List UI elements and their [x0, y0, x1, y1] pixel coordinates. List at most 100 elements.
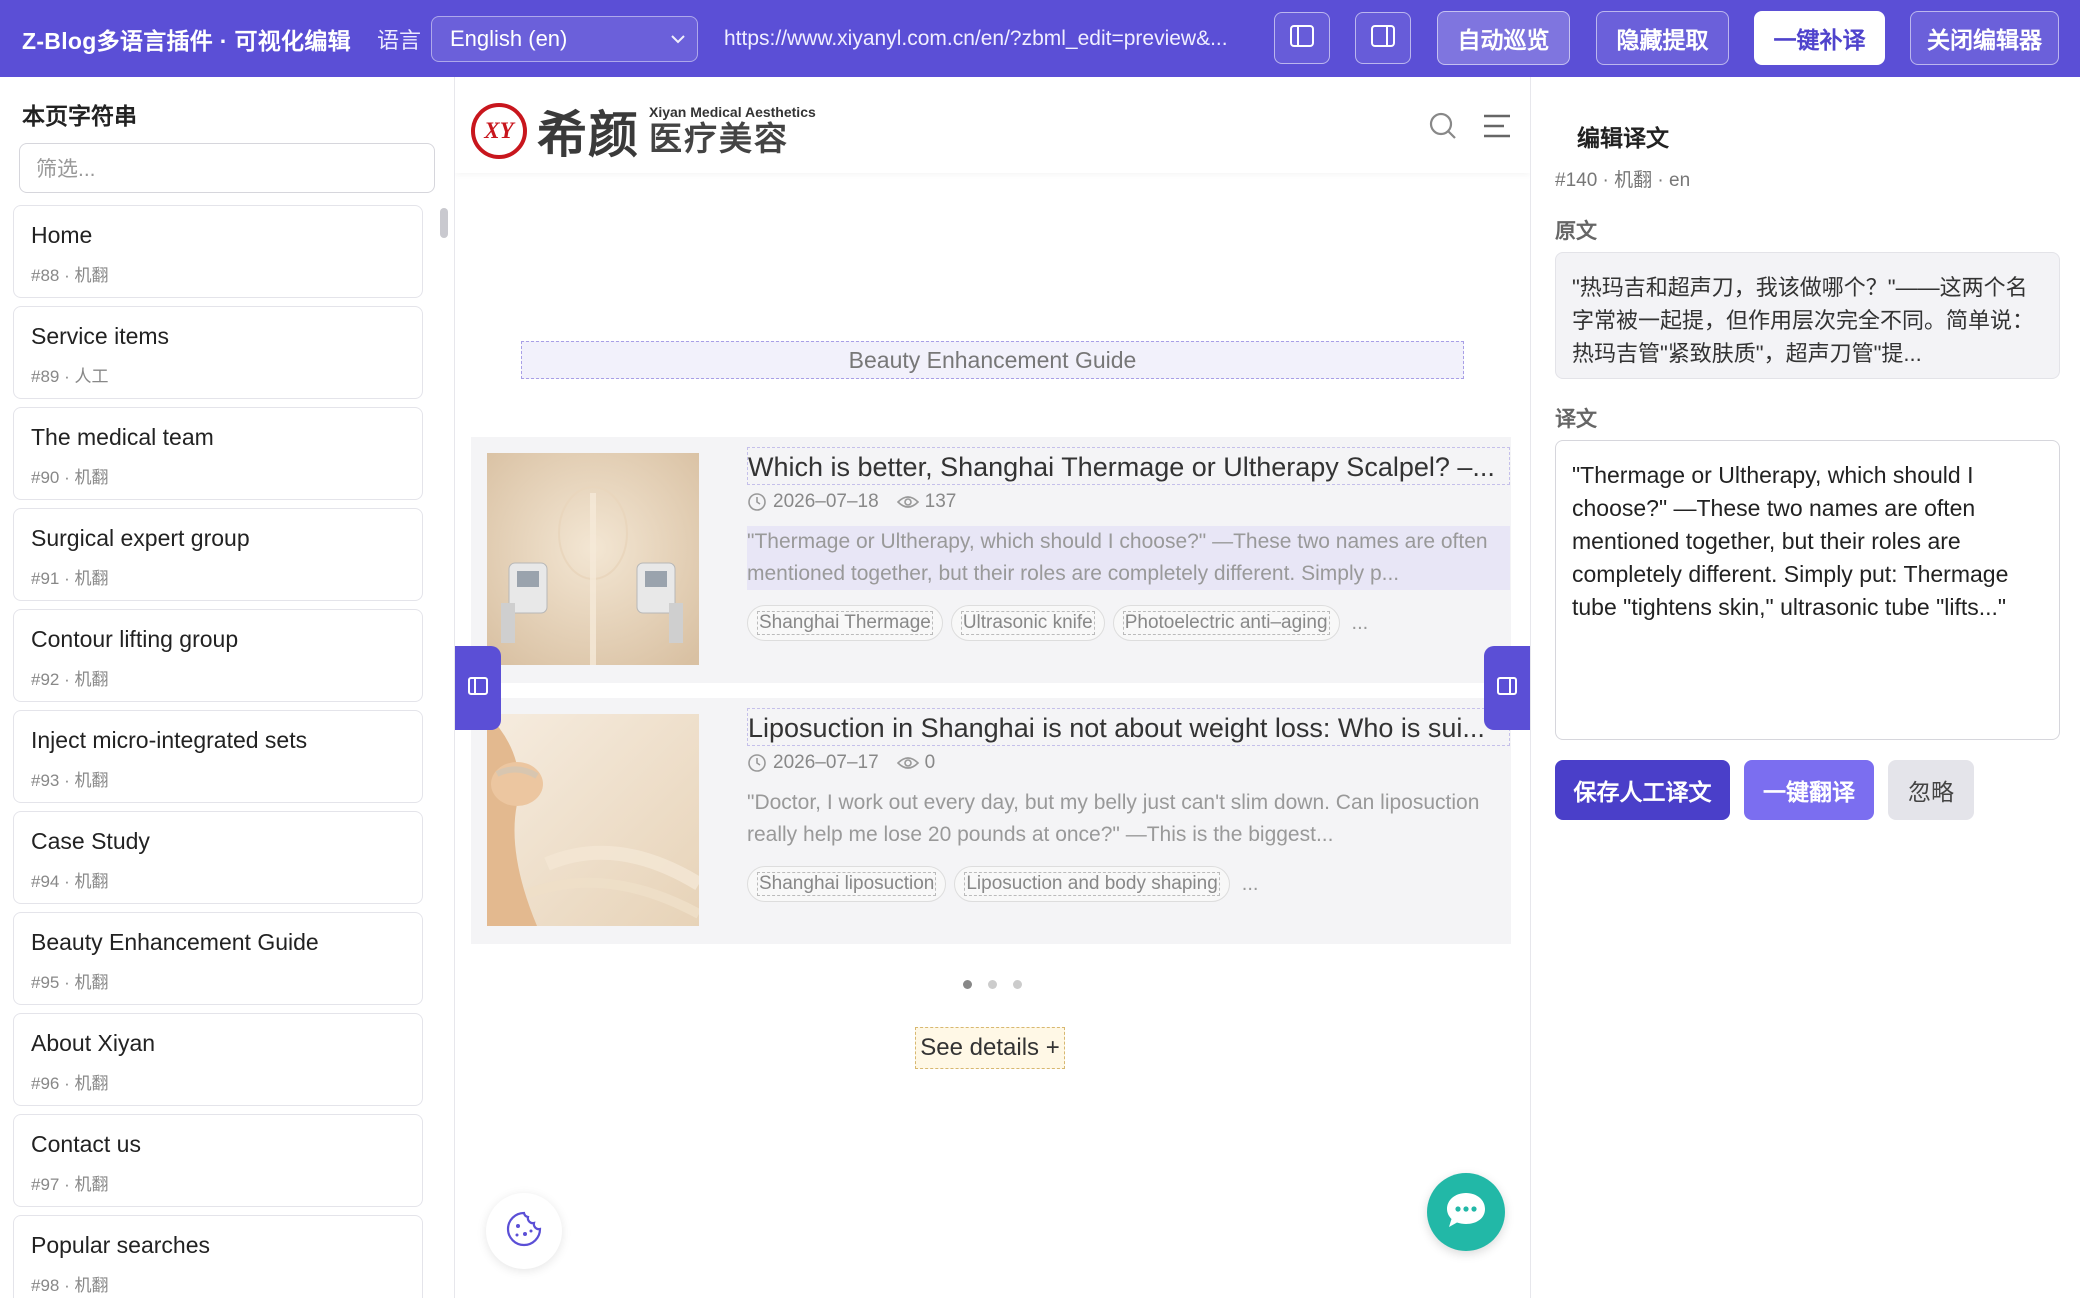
article-thumbnail[interactable] [487, 714, 703, 926]
article-excerpt[interactable]: "Thermage or Ultherapy, which should I c… [747, 526, 1510, 590]
article-tags: Shanghai liposuction Liposuction and bod… [747, 866, 1258, 902]
logo-english-name: Xiyan Medical Aesthetics [649, 104, 816, 120]
article-thumbnail[interactable] [487, 453, 699, 665]
language-select-value: English (en) [449, 25, 568, 51]
string-item-case-study[interactable]: Case Study #94 · 机翻 [13, 811, 423, 904]
article-excerpt[interactable]: "Doctor, I work out every day, but my be… [747, 787, 1510, 851]
article-card[interactable]: Which is better, Shanghai Thermage or Ul… [471, 437, 1511, 683]
tag-label: Shanghai liposuction [757, 872, 937, 896]
save-translation-button[interactable]: 保存人工译文 [1555, 760, 1730, 820]
machine-translate-button[interactable]: 一键翻译 [1744, 760, 1874, 820]
eye-icon [896, 755, 919, 771]
tag-label: Shanghai Thermage [757, 611, 933, 635]
string-item-inject-micro[interactable]: Inject micro-integrated sets #93 · 机翻 [13, 710, 423, 803]
filter-input[interactable]: 筛选... [19, 143, 435, 193]
string-item-contour-lifting[interactable]: Contour lifting group #92 · 机翻 [13, 609, 423, 702]
tag[interactable]: Photoelectric anti–aging [1112, 605, 1340, 641]
string-text: Home [31, 222, 93, 248]
article-date: 2026–07–18 [773, 491, 879, 512]
logo-mark: XY [471, 103, 527, 159]
tag-label: Photoelectric anti–aging [1122, 611, 1330, 635]
string-meta: #93 · 机翻 [31, 771, 109, 790]
string-text: The medical team [31, 424, 214, 450]
collapse-left-panel-button[interactable] [455, 646, 501, 730]
string-item-home[interactable]: Home #88 · 机翻 [13, 205, 423, 298]
fill-translate-button[interactable]: 一键补译 [1754, 11, 1885, 65]
carousel-dot[interactable] [988, 980, 997, 989]
string-meta: #89 · 人工 [31, 367, 109, 386]
string-item-surgical-expert[interactable]: Surgical expert group #91 · 机翻 [13, 508, 423, 601]
tag-label: Liposuction and body shaping [964, 872, 1220, 896]
hide-extract-button[interactable]: 隐藏提取 [1596, 11, 1729, 65]
article-views: 137 [924, 491, 957, 512]
article-meta: 2026–07–17 0 [747, 752, 935, 774]
section-title[interactable]: Beauty Enhancement Guide [521, 341, 1464, 379]
collapse-right-panel-button[interactable] [1484, 646, 1530, 730]
string-text: Inject micro-integrated sets [31, 727, 308, 753]
translation-textarea[interactable]: "Thermage or Ultherapy, which should I c… [1555, 440, 2060, 740]
language-label: 语言 [376, 27, 421, 53]
string-text: Popular searches [31, 1232, 210, 1258]
string-item-popular-searches[interactable]: Popular searches #98 · 机翻 [13, 1215, 423, 1298]
string-meta: #94 · 机翻 [31, 872, 109, 891]
chat-button[interactable] [1427, 1173, 1505, 1251]
plugin-title: Z-Blog多语言插件 · 可视化编辑 [22, 27, 351, 54]
editor-meta: #140 · 机翻 · en [1555, 170, 1691, 191]
menu-icon[interactable] [1483, 113, 1511, 144]
translation-label: 译文 [1555, 408, 1597, 431]
site-logo[interactable]: XY 希颜 Xiyan Medical Aesthetics 医疗美容 [471, 95, 816, 167]
more-tags-ellipsis: ... [1241, 872, 1259, 895]
carousel-dot[interactable] [963, 980, 972, 989]
string-text: Contour lifting group [31, 626, 239, 652]
string-item-contact-us[interactable]: Contact us #97 · 机翻 [13, 1114, 423, 1207]
source-label: 原文 [1555, 220, 1597, 243]
article-title[interactable]: Liposuction in Shanghai is not about wei… [747, 708, 1510, 746]
site-preview: XY 希颜 Xiyan Medical Aesthetics 医疗美容 Beau… [455, 77, 1530, 1298]
string-meta: #88 · 机翻 [31, 266, 109, 285]
article-tags: Shanghai Thermage Ultrasonic knife Photo… [747, 605, 1368, 641]
article-card[interactable]: Liposuction in Shanghai is not about wei… [471, 698, 1511, 944]
chevron-down-icon [671, 28, 685, 49]
search-icon[interactable] [1428, 111, 1458, 146]
string-text: Service items [31, 323, 170, 349]
ignore-button[interactable]: 忽略 [1888, 760, 1974, 820]
article-title[interactable]: Which is better, Shanghai Thermage or Ul… [747, 447, 1510, 485]
tag-label: Ultrasonic knife [960, 611, 1095, 635]
sidebar-right-icon [1370, 23, 1396, 54]
string-item-about-xiyan[interactable]: About Xiyan #96 · 机翻 [13, 1013, 423, 1106]
tag[interactable]: Shanghai liposuction [747, 866, 947, 902]
language-select[interactable]: English (en) [430, 15, 698, 62]
tag[interactable]: Shanghai Thermage [747, 605, 943, 641]
close-editor-button[interactable]: 关闭编辑器 [1910, 11, 2059, 65]
string-item-beauty-guide[interactable]: Beauty Enhancement Guide #95 · 机翻 [13, 912, 423, 1005]
eye-icon [896, 494, 919, 510]
article-date: 2026–07–17 [773, 752, 879, 773]
auto-tour-button[interactable]: 自动巡览 [1437, 11, 1570, 65]
string-meta: #91 · 机翻 [31, 569, 109, 588]
toggle-right-panel-button[interactable] [1355, 12, 1411, 64]
strings-panel-title: 本页字符串 [22, 103, 137, 129]
article-views: 0 [924, 752, 936, 773]
strings-scrollbar[interactable] [440, 208, 448, 238]
string-meta: #92 · 机翻 [31, 670, 109, 689]
string-item-service-items[interactable]: Service items #89 · 人工 [13, 306, 423, 399]
filter-placeholder: 筛选... [36, 158, 96, 181]
cookie-settings-button[interactable] [486, 1193, 562, 1269]
tag[interactable]: Liposuction and body shaping [954, 866, 1230, 902]
string-text: Case Study [31, 828, 150, 854]
carousel-dot[interactable] [1013, 980, 1022, 989]
carousel-pagination [963, 980, 1038, 989]
string-meta: #96 · 机翻 [31, 1074, 109, 1093]
sidebar-right-icon [1496, 675, 1518, 702]
see-details-button[interactable]: See details + [915, 1027, 1065, 1069]
sidebar-left-icon [1289, 23, 1315, 54]
string-item-medical-team[interactable]: The medical team #90 · 机翻 [13, 407, 423, 500]
site-header: XY 希颜 Xiyan Medical Aesthetics 医疗美容 [455, 77, 1530, 173]
source-text: "热玛吉和超声刀，我该做哪个？"——这两个名字常被一起提，但作用层次完全不同。简… [1555, 252, 2060, 379]
string-text: About Xiyan [31, 1030, 156, 1056]
tag[interactable]: Ultrasonic knife [950, 605, 1105, 641]
translation-editor: 编辑译文 #140 · 机翻 · en 原文 "热玛吉和超声刀，我该做哪个？"—… [1530, 77, 2080, 1298]
preview-url: https://www.xiyanyl.com.cn/en/?zbml_edit… [723, 26, 1228, 50]
toggle-left-panel-button[interactable] [1274, 12, 1330, 64]
clock-icon [747, 753, 767, 773]
